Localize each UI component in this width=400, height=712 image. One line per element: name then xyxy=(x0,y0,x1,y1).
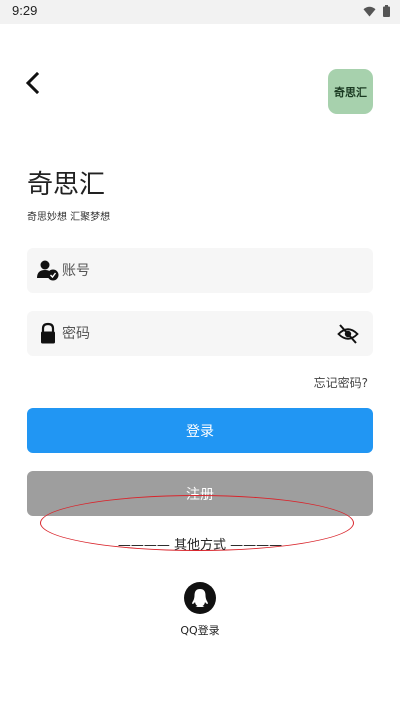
qq-login-button[interactable] xyxy=(184,582,216,614)
status-icons xyxy=(363,5,390,17)
password-input[interactable] xyxy=(62,311,342,356)
lock-icon xyxy=(41,322,55,344)
user-check-icon xyxy=(37,260,59,281)
wifi-icon xyxy=(363,6,376,16)
app-logo: 奇思汇 xyxy=(328,69,373,114)
chevron-left-icon xyxy=(25,72,39,94)
status-bar: 9:29 xyxy=(0,0,400,24)
other-methods-divider: ———— 其他方式 ———— xyxy=(117,538,283,553)
qq-login-label: QQ登录 xyxy=(180,624,220,637)
eye-off-icon[interactable] xyxy=(337,323,359,345)
status-time: 9:29 xyxy=(12,3,38,18)
account-input[interactable] xyxy=(62,248,342,293)
app-subtitle: 奇思妙想 汇聚梦想 xyxy=(27,212,111,223)
app-logo-text: 奇思汇 xyxy=(334,85,367,99)
forgot-password-link[interactable]: 忘记密码? xyxy=(314,374,368,391)
app-title: 奇思汇 xyxy=(27,170,106,200)
account-field xyxy=(27,248,373,293)
battery-icon xyxy=(383,5,390,17)
back-button[interactable] xyxy=(20,70,44,96)
password-field xyxy=(27,311,373,356)
register-button[interactable]: 注册 xyxy=(27,471,373,516)
login-button[interactable]: 登录 xyxy=(27,408,373,453)
qq-penguin-icon xyxy=(192,589,208,607)
